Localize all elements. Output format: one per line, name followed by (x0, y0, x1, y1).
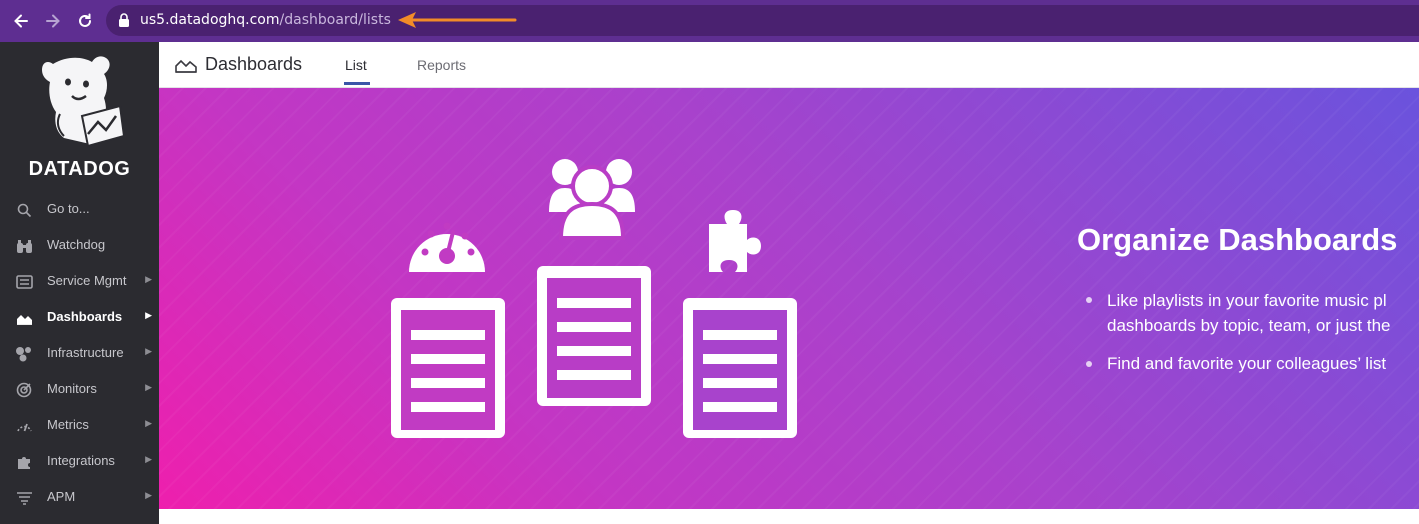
apm-icon (15, 490, 33, 506)
document-icon (391, 298, 505, 438)
sidebar-item-goto[interactable]: Go to... (0, 192, 159, 228)
banner-bullet: dashboards by topic, team, or just the (1107, 316, 1391, 335)
bullet-icon (1086, 361, 1092, 367)
chevron-right-icon: ▶ (145, 311, 152, 321)
chevron-right-icon: ▶ (145, 419, 152, 429)
dashboard-lists-illustration (391, 159, 797, 438)
search-icon (15, 202, 33, 218)
active-tab-indicator (344, 82, 370, 85)
sidebar-item-metrics[interactable]: Metrics ▶ (0, 408, 159, 444)
tab-reports[interactable]: Reports (417, 57, 466, 73)
bullet-icon (1086, 297, 1092, 303)
url-domain: us5.datadoghq.com (140, 12, 280, 28)
banner-title: Organize Dashboards (1077, 222, 1398, 257)
url-path: /dashboard/lists (279, 12, 391, 28)
chart-area-icon (175, 59, 197, 73)
sidebar-item-integrations[interactable]: Integrations ▶ (0, 444, 159, 480)
binoculars-icon (15, 238, 33, 254)
puzzle-icon (709, 210, 761, 272)
sidebar-item-label: Monitors (47, 381, 97, 396)
gauge-icon (409, 222, 485, 272)
browser-toolbar: us5.datadoghq.com/dashboard/lists (0, 0, 1419, 42)
puzzle-icon (15, 454, 33, 470)
sidebar-item-label: Integrations (47, 453, 115, 468)
datadog-logo[interactable]: DATADOG (20, 52, 140, 182)
content-area (159, 509, 1419, 524)
chevron-right-icon: ▶ (145, 455, 152, 465)
arrow-right-icon (46, 14, 60, 28)
sidebar-item-label: Metrics (47, 417, 89, 432)
tab-list[interactable]: List (345, 57, 367, 73)
document-icon (683, 298, 797, 438)
gauge-icon (15, 418, 33, 434)
promo-banner: Organize Dashboards Like playlists in yo… (159, 88, 1419, 509)
chevron-right-icon: ▶ (145, 275, 152, 285)
chevron-right-icon: ▶ (145, 383, 152, 393)
back-button[interactable] (9, 9, 33, 33)
reload-button[interactable] (73, 9, 97, 33)
sidebar-item-dashboards[interactable]: Dashboards ▶ (0, 300, 159, 336)
team-icon (549, 159, 635, 240)
banner-bullet: Like playlists in your favorite music pl (1107, 291, 1387, 310)
lock-icon (119, 13, 129, 27)
sidebar-item-label: Go to... (47, 201, 90, 216)
url-text: us5.datadoghq.com/dashboard/lists (140, 12, 391, 28)
sidebar-item-service-mgmt[interactable]: Service Mgmt ▶ (0, 264, 159, 300)
reload-icon (79, 13, 91, 27)
sidebar-item-watchdog[interactable]: Watchdog (0, 228, 159, 264)
monitor-icon (15, 382, 33, 398)
sidebar-item-label: APM (47, 489, 76, 504)
page-header: Dashboards List Reports (159, 42, 1419, 88)
datadog-dog-icon (42, 56, 126, 148)
sidebar-item-label: Service Mgmt (47, 273, 127, 288)
address-bar[interactable]: us5.datadoghq.com/dashboard/lists (106, 5, 1419, 36)
sidebar-item-infrastructure[interactable]: Infrastructure ▶ (0, 336, 159, 372)
sidebar-item-label: Dashboards (47, 309, 123, 324)
sidebar-item-label: Infrastructure (47, 345, 124, 360)
document-icon (537, 266, 651, 406)
sidebar: DATADOG Go to... Watchdog Service Mgmt ▶… (0, 42, 159, 524)
infrastructure-icon (15, 346, 33, 362)
page-title: Dashboards (205, 54, 303, 74)
service-icon (15, 274, 33, 290)
annotation-arrow-icon (398, 12, 517, 28)
sidebar-item-monitors[interactable]: Monitors ▶ (0, 372, 159, 408)
brand-name: DATADOG (28, 158, 131, 180)
forward-button[interactable] (41, 9, 65, 33)
banner-bullet: Find and favorite your colleagues’ list (1107, 354, 1387, 373)
sidebar-item-apm[interactable]: APM ▶ (0, 480, 159, 516)
arrow-left-icon (14, 14, 28, 28)
sidebar-item-label: Watchdog (47, 237, 106, 252)
chart-area-icon (15, 310, 33, 326)
chevron-right-icon: ▶ (145, 491, 152, 501)
chevron-right-icon: ▶ (145, 347, 152, 357)
